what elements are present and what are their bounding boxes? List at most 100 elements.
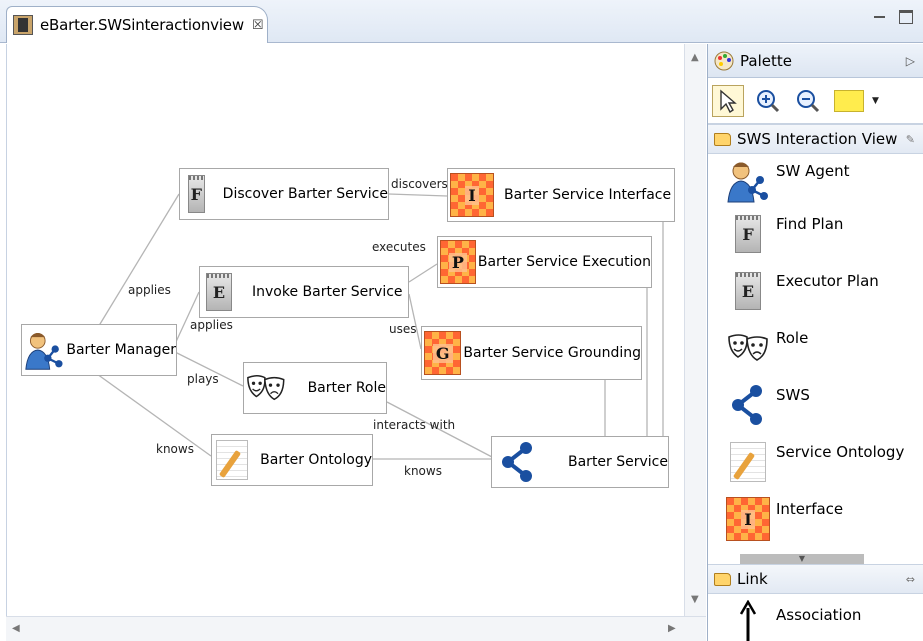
association-arrow-icon xyxy=(739,600,757,641)
palette-item-service-ontology[interactable]: Service Ontology xyxy=(708,439,923,496)
edge-applies-discover[interactable] xyxy=(96,193,180,330)
node-label: Barter Service xyxy=(568,454,668,470)
scroll-right-icon[interactable]: ▶ xyxy=(668,623,676,634)
scroll-down-icon[interactable]: ▼ xyxy=(691,594,699,605)
palette-item-label: SWS xyxy=(776,386,810,404)
edge-label-applies-bottom: applies xyxy=(190,318,233,332)
node-label: Barter Ontology xyxy=(260,452,372,468)
edge-discovers[interactable] xyxy=(388,193,448,197)
palette-header[interactable]: Palette ▷ xyxy=(708,44,923,78)
editor-window: eBarter.SWSinteractionview ☒ Barter Mana… xyxy=(0,0,923,641)
icon-letter: F xyxy=(190,184,203,204)
editor-tab-title: eBarter.SWSinteractionview xyxy=(40,16,244,34)
palette-scroll-down-icon[interactable]: ▼ xyxy=(740,554,864,564)
icon-letter: G xyxy=(432,343,453,363)
canvas-horizontal-scrollbar[interactable]: ◀ ▶ xyxy=(6,616,706,641)
palette-entries: SW Agent F Find Plan E Executor Plan Rol… xyxy=(708,154,923,564)
palette-item-sw-agent[interactable]: SW Agent xyxy=(708,154,923,211)
editor-tab[interactable]: eBarter.SWSinteractionview ☒ xyxy=(6,6,268,43)
cursor-arrow-icon xyxy=(720,88,737,113)
note-tool-icon[interactable] xyxy=(834,89,864,112)
scroll-left-icon[interactable]: ◀ xyxy=(12,623,20,634)
palette-item-label: Find Plan xyxy=(776,215,844,233)
node-label: Barter Service Grounding xyxy=(463,345,641,361)
node-label: Barter Role xyxy=(307,380,386,396)
palette: Palette ▷ ▼ SWS Interaction View ✎ SW Ag… xyxy=(707,44,923,641)
sws-icon xyxy=(732,385,762,425)
node-label: Barter Service Interface xyxy=(504,187,672,203)
palette-icon xyxy=(714,51,734,70)
palette-item-find-plan[interactable]: F Find Plan xyxy=(708,211,923,268)
node-barter-service-grounding[interactable]: G Barter Service Grounding xyxy=(421,326,642,380)
edge-label-applies-top: applies xyxy=(128,283,171,297)
edge-executes[interactable] xyxy=(408,263,438,283)
node-barter-role[interactable]: Barter Role xyxy=(243,362,387,414)
node-barter-manager[interactable]: Barter Manager xyxy=(21,324,177,376)
sw-agent-icon xyxy=(727,162,768,203)
palette-item-label: SW Agent xyxy=(776,162,850,180)
role-icon xyxy=(728,334,768,361)
icon-letter: I xyxy=(741,509,755,529)
node-discover-barter-service[interactable]: F Discover Barter Service xyxy=(179,168,389,220)
zoom-in-icon xyxy=(757,89,780,112)
edge-label-interacts-with: interacts with xyxy=(373,418,456,432)
edge-label-uses: uses xyxy=(389,322,417,336)
diagram-canvas[interactable]: Barter Manager F Discover Barter Service… xyxy=(6,44,684,616)
palette-item-role[interactable]: Role xyxy=(708,325,923,382)
node-barter-service[interactable]: Barter Service xyxy=(491,436,669,488)
icon-letter: F xyxy=(742,224,754,244)
canvas-vertical-scrollbar[interactable]: ▲ ▼ xyxy=(684,44,706,616)
editor-tabbar: eBarter.SWSinteractionview ☒ xyxy=(0,0,923,43)
zoom-out-icon xyxy=(797,89,820,112)
palette-item-executor-plan[interactable]: E Executor Plan xyxy=(708,268,923,325)
palette-item-label: Association xyxy=(776,606,862,624)
collapse-palette-icon[interactable]: ▷ xyxy=(906,54,915,68)
node-invoke-barter-service[interactable]: E Invoke Barter Service xyxy=(199,266,409,318)
icon-letter: I xyxy=(465,185,479,205)
close-icon[interactable]: ☒ xyxy=(252,18,264,33)
palette-item-label: Interface xyxy=(776,500,844,518)
service-ontology-icon xyxy=(730,442,766,482)
node-barter-ontology[interactable]: Barter Ontology xyxy=(211,434,373,486)
node-label: Barter Manager xyxy=(66,342,176,358)
edge-label-plays: plays xyxy=(187,372,219,386)
window-controls xyxy=(873,10,913,24)
select-tool[interactable] xyxy=(712,84,744,117)
node-label: Barter Service Execution xyxy=(477,254,651,270)
drawer-title: SWS Interaction View xyxy=(737,130,898,148)
service-ontology-icon xyxy=(216,440,249,480)
expand-collapse-icon[interactable]: ⇔ xyxy=(906,573,915,586)
edge-label-executes: executes xyxy=(372,240,426,254)
node-barter-service-interface[interactable]: I Barter Service Interface xyxy=(447,168,675,222)
icon-letter: E xyxy=(212,282,226,302)
execution-icon: P xyxy=(440,240,476,284)
drawer-sws-interaction-view[interactable]: SWS Interaction View ✎ xyxy=(708,124,923,154)
executor-plan-icon: E xyxy=(735,272,761,310)
find-plan-icon: F xyxy=(188,175,205,213)
executor-plan-icon: E xyxy=(206,273,232,311)
palette-item-label: Role xyxy=(776,329,809,347)
minimize-icon[interactable] xyxy=(873,10,887,24)
zoom-out-tool[interactable] xyxy=(792,85,824,117)
find-plan-icon: F xyxy=(735,215,761,253)
zoom-in-tool[interactable] xyxy=(752,85,784,117)
drawer-link[interactable]: Link ⇔ xyxy=(708,564,923,594)
edge-label-knows-left: knows xyxy=(156,442,194,456)
palette-item-label: Executor Plan xyxy=(776,272,879,290)
maximize-icon[interactable] xyxy=(899,10,913,24)
palette-item-label: Service Ontology xyxy=(776,443,905,461)
diagram-file-icon xyxy=(13,15,33,35)
palette-toolbar: ▼ xyxy=(708,78,923,124)
palette-item-sws[interactable]: SWS xyxy=(708,382,923,439)
grounding-icon: G xyxy=(424,331,462,375)
palette-item-association[interactable]: Association xyxy=(708,594,923,641)
node-label: Discover Barter Service xyxy=(222,186,388,202)
scroll-up-icon[interactable]: ▲ xyxy=(691,52,699,63)
palette-item-interface[interactable]: I Interface xyxy=(708,496,923,553)
note-dropdown-icon[interactable]: ▼ xyxy=(872,96,879,106)
pin-icon[interactable]: ✎ xyxy=(906,133,915,146)
sws-icon xyxy=(502,442,532,482)
sw-agent-icon xyxy=(25,333,63,370)
edge-label-knows-bottom: knows xyxy=(404,464,442,478)
node-barter-service-execution[interactable]: P Barter Service Execution xyxy=(437,236,652,288)
